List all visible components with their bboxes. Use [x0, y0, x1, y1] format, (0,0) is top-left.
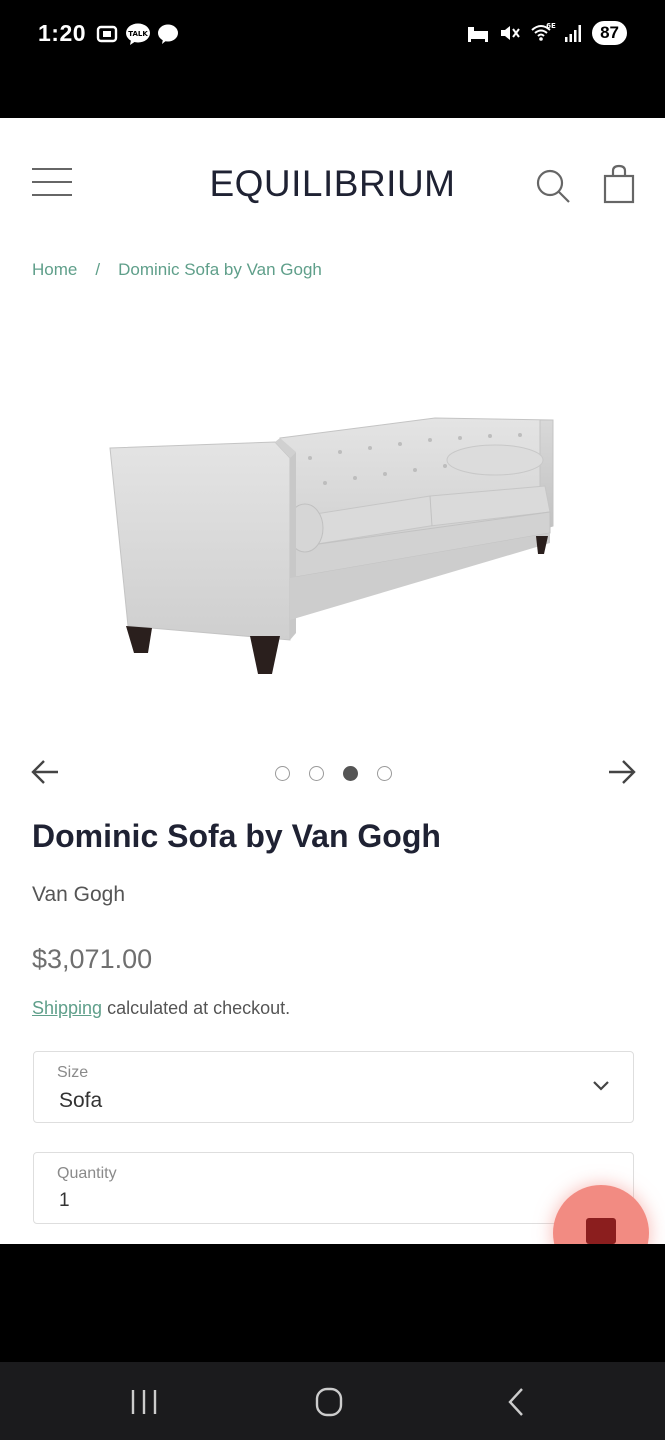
breadcrumb-separator: /	[95, 260, 101, 279]
system-nav-bar	[0, 1362, 665, 1440]
gallery-dot-4[interactable]	[377, 766, 392, 781]
gallery-dot-3[interactable]	[343, 766, 358, 781]
size-select[interactable]: Size Sofa	[33, 1051, 634, 1123]
alarm-icon	[468, 27, 489, 42]
size-label: Size	[57, 1064, 89, 1081]
status-time: 1:20	[38, 20, 87, 46]
breadcrumb-home-link[interactable]: Home	[32, 260, 77, 280]
svg-text:TALK: TALK	[128, 30, 148, 38]
recent-apps-icon[interactable]	[124, 1384, 164, 1420]
shipping-note: Shipping calculated at checkout.	[32, 998, 290, 1019]
quantity-value: 1	[59, 1190, 70, 1211]
shipping-link[interactable]: Shipping	[32, 998, 102, 1018]
shopping-bag-icon[interactable]	[602, 163, 636, 205]
quantity-label: Quantity	[57, 1165, 117, 1182]
wifi-6e-icon: 6E	[531, 22, 556, 41]
chat-icon	[586, 1218, 616, 1244]
signal-icon	[565, 25, 582, 42]
arrow-left-icon[interactable]	[30, 757, 60, 787]
gallery-dot-1[interactable]	[275, 766, 290, 781]
product-vendor: Van Gogh	[32, 883, 126, 906]
chat-bubble-icon	[158, 24, 178, 44]
screenshot-icon	[96, 25, 118, 43]
chevron-down-icon	[593, 1081, 609, 1091]
site-header: EQUILIBRIUM	[0, 118, 665, 253]
gallery-dots	[275, 766, 392, 781]
product-title: Dominic Sofa by Van Gogh	[32, 818, 441, 854]
product-page: EQUILIBRIUM Home / Dominic Sofa by Van G…	[0, 118, 665, 1244]
network-label: 6E	[546, 22, 556, 30]
talk-icon: TALK	[126, 23, 150, 45]
breadcrumb-current: Dominic Sofa by Van Gogh	[118, 260, 322, 279]
shipping-text: calculated at checkout.	[102, 998, 291, 1018]
quantity-field[interactable]: Quantity 1	[33, 1152, 634, 1224]
status-bar: 1:20 TALK 6E 87	[0, 0, 665, 118]
arrow-right-icon[interactable]	[607, 757, 637, 787]
breadcrumb: Home / Dominic Sofa by Van Gogh	[32, 260, 322, 280]
battery-indicator: 87	[592, 21, 627, 45]
status-left-icons: TALK	[95, 22, 179, 46]
size-value: Sofa	[59, 1089, 103, 1112]
hamburger-menu-icon[interactable]	[32, 168, 72, 200]
product-price: $3,071.00	[32, 944, 153, 974]
empty-area	[0, 1244, 665, 1362]
product-image[interactable]	[100, 408, 570, 698]
gallery-dot-2[interactable]	[309, 766, 324, 781]
home-icon[interactable]	[309, 1384, 349, 1420]
brand-logo[interactable]: EQUILIBRIUM	[209, 163, 455, 204]
status-right: 6E 87	[466, 21, 627, 45]
mute-icon	[501, 26, 520, 40]
back-icon[interactable]	[496, 1384, 536, 1420]
gallery-nav	[0, 753, 665, 793]
search-icon[interactable]	[534, 167, 572, 205]
